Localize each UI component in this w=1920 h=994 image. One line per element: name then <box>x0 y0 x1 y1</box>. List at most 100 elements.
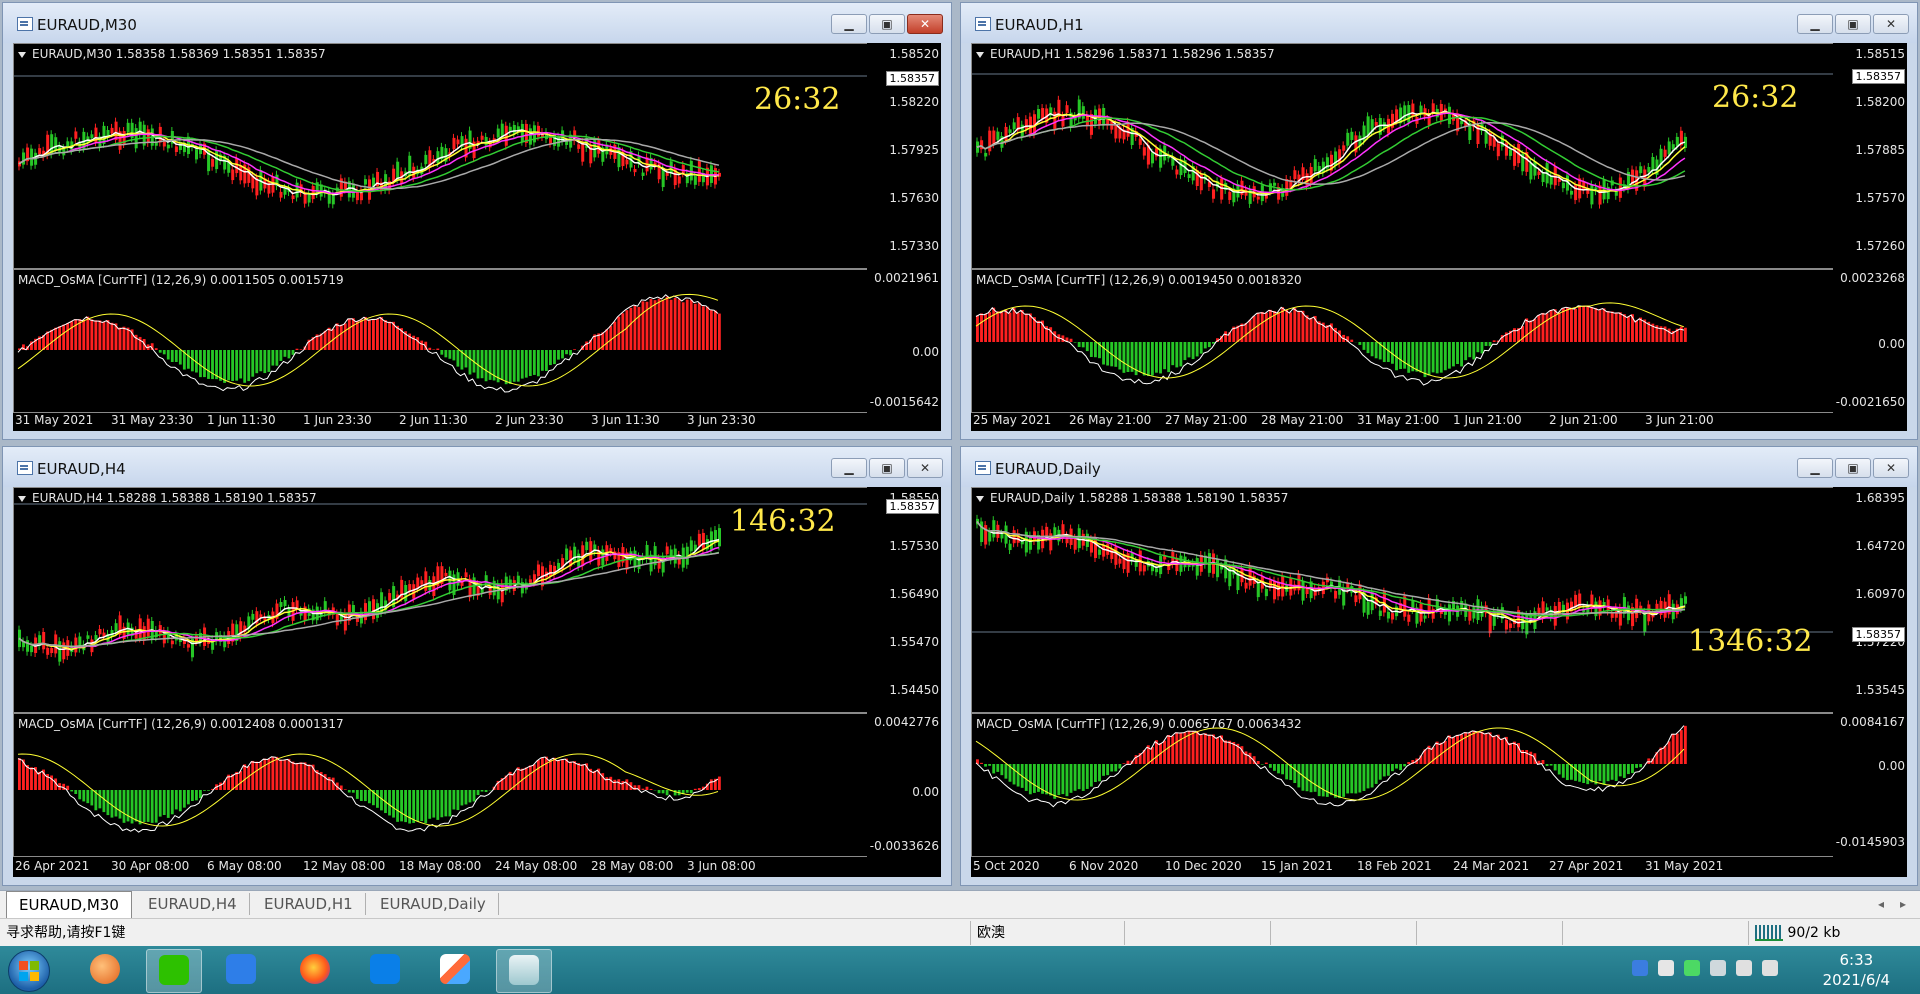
tray-volume-icon[interactable] <box>1736 960 1752 976</box>
maximize-button[interactable]: ▣ <box>869 14 905 34</box>
time-tick: 2 Jun 23:30 <box>495 413 564 427</box>
maximize-button[interactable]: ▣ <box>1835 14 1871 34</box>
tab-euraud-daily[interactable]: EURAUD,Daily <box>368 893 499 915</box>
time-tick: 3 Jun 23:30 <box>687 413 756 427</box>
minimize-button[interactable]: ▁ <box>1797 14 1833 34</box>
price-scale[interactable]: 1.68395 1.64720 1.60970 1.57220 1.53545 1.58… <box>1833 487 1907 713</box>
macd-info-label: MACD_OsMA [CurrTF] (12,26,9) 0.0011505 0… <box>18 273 344 287</box>
macd-scale[interactable]: 0.0023268 0.00 -0.0021650 <box>1833 269 1907 413</box>
macd-tick: 0.00 <box>912 345 939 359</box>
chart-area[interactable]: EURAUD,M30 1.58358 1.58369 1.58351 1.583… <box>13 43 941 431</box>
close-button[interactable]: ✕ <box>1873 458 1909 478</box>
tray-network-icon[interactable] <box>1762 960 1778 976</box>
time-axis: 26 Apr 2021 30 Apr 08:00 6 May 08:00 12 May… <box>13 855 941 877</box>
taskbar-app-wechat[interactable] <box>146 949 202 993</box>
status-help-text: 寻求帮助,请按F1键 <box>6 925 126 941</box>
chart-window-h1[interactable]: EURAUD,H1 ▁ ▣ ✕ EURAUD,H1 1.58296 1.5837… <box>960 2 1918 440</box>
collapse-arrow-icon[interactable] <box>18 495 26 502</box>
close-button[interactable]: ✕ <box>1873 14 1909 34</box>
tab-euraud-m30[interactable]: EURAUD,M30 <box>6 891 132 918</box>
time-tick: 6 May 08:00 <box>207 859 282 873</box>
macd-scale[interactable]: 0.0042776 0.00 -0.0033626 <box>867 713 941 857</box>
window-titlebar[interactable]: EURAUD,H1 ▁ ▣ ✕ <box>961 3 1917 43</box>
taskbar-app-paint[interactable] <box>428 949 482 991</box>
trading-terminal-icon <box>509 955 539 985</box>
maximize-button[interactable]: ▣ <box>1835 458 1871 478</box>
candle-timer: 146:32 <box>730 504 836 539</box>
paint-app-icon <box>440 954 470 984</box>
macd-tick: 0.00 <box>1878 759 1905 773</box>
window-titlebar[interactable]: EURAUD,M30 ▁ ▣ ✕ <box>3 3 951 43</box>
start-button[interactable] <box>8 950 50 992</box>
time-tick: 1 Jun 21:00 <box>1453 413 1522 427</box>
windows-logo-icon <box>19 961 28 970</box>
price-pane[interactable]: EURAUD,Daily 1.58288 1.58388 1.58190 1.5… <box>971 487 1835 713</box>
taskbar-app-firefox[interactable] <box>288 949 342 991</box>
macd-histogram <box>975 302 1687 386</box>
collapse-arrow-icon[interactable] <box>976 51 984 58</box>
macd-histogram <box>17 753 721 833</box>
time-tick: 18 May 08:00 <box>399 859 482 873</box>
price-pane[interactable]: EURAUD,H4 1.58288 1.58388 1.58190 1.5835… <box>13 487 869 713</box>
chart-window-m30[interactable]: EURAUD,M30 ▁ ▣ ✕ EURAUD,M30 1.58358 1.58… <box>2 2 952 440</box>
taskbar-app-notes[interactable] <box>214 949 268 991</box>
collapse-arrow-icon[interactable] <box>976 495 984 502</box>
macd-tick: -0.0021650 <box>1835 395 1905 409</box>
price-pane[interactable]: EURAUD,H1 1.58296 1.58371 1.58296 1.5835… <box>971 43 1835 269</box>
macd-pane[interactable]: MACD_OsMA [CurrTF] (12,26,9) 0.0065767 0… <box>971 713 1835 857</box>
window-titlebar[interactable]: EURAUD,Daily ▁ ▣ ✕ <box>961 447 1917 487</box>
price-tick: 1.64720 <box>1855 539 1905 553</box>
taskbar-app-meeting[interactable] <box>358 949 412 991</box>
tab-euraud-h1[interactable]: EURAUD,H1 <box>252 893 366 915</box>
tab-scroll-left-icon[interactable]: ◂ <box>1878 897 1884 911</box>
tray-tool-icon[interactable] <box>1710 960 1726 976</box>
time-tick: 10 Dec 2020 <box>1165 859 1242 873</box>
tray-shield-icon[interactable] <box>1658 960 1674 976</box>
chart-area[interactable]: EURAUD,H1 1.58296 1.58371 1.58296 1.5835… <box>971 43 1907 431</box>
close-button[interactable]: ✕ <box>907 14 943 34</box>
maximize-button[interactable]: ▣ <box>869 458 905 478</box>
macd-scale[interactable]: 0.0084167 0.00 -0.0145903 <box>1833 713 1907 857</box>
time-tick: 5 Oct 2020 <box>973 859 1040 873</box>
maximize-icon: ▣ <box>881 17 893 31</box>
time-tick: 31 May 2021 <box>15 413 94 427</box>
chart-window-daily[interactable]: EURAUD,Daily ▁ ▣ ✕ EURAUD,Daily 1.58288 … <box>960 446 1918 886</box>
minimize-button[interactable]: ▁ <box>831 458 867 478</box>
price-info-label: EURAUD,H1 1.58296 1.58371 1.58296 1.5835… <box>976 47 1275 61</box>
price-scale[interactable]: 1.58515 1.58200 1.57885 1.57570 1.57260 1.58… <box>1833 43 1907 269</box>
minimize-button[interactable]: ▁ <box>831 14 867 34</box>
tab-scroll-right-icon[interactable]: ▸ <box>1900 897 1906 911</box>
taskbar-clock[interactable]: 6:33 2021/6/4 <box>1823 950 1890 990</box>
price-tick: 1.57330 <box>889 239 939 253</box>
taskbar-app-orange[interactable] <box>78 949 132 991</box>
tray-bluetooth-icon[interactable] <box>1632 960 1648 976</box>
taskbar-app-metatrader[interactable] <box>496 949 552 993</box>
tab-euraud-h4[interactable]: EURAUD,H4 <box>136 893 250 915</box>
time-tick: 1 Jun 23:30 <box>303 413 372 427</box>
time-tick: 3 Jun 21:00 <box>1645 413 1714 427</box>
macd-tick: -0.0015642 <box>869 395 939 409</box>
current-price-label: 1.58357 <box>885 71 939 86</box>
collapse-arrow-icon[interactable] <box>18 51 26 58</box>
price-tick: 1.56490 <box>889 587 939 601</box>
price-scale[interactable]: 1.58550 1.57530 1.56490 1.55470 1.54450 1.58… <box>867 487 941 713</box>
window-title: EURAUD,H4 <box>37 460 126 478</box>
firefox-icon <box>300 954 330 984</box>
chart-area[interactable]: EURAUD,H4 1.58288 1.58388 1.58190 1.5835… <box>13 487 941 877</box>
window-titlebar[interactable]: EURAUD,H4 ▁ ▣ ✕ <box>3 447 951 487</box>
macd-scale[interactable]: 0.0021961 0.00 -0.0015642 <box>867 269 941 413</box>
status-cell-empty-1 <box>1124 921 1270 945</box>
macd-pane[interactable]: MACD_OsMA [CurrTF] (12,26,9) 0.0012408 0… <box>13 713 869 857</box>
macd-pane[interactable]: MACD_OsMA [CurrTF] (12,26,9) 0.0011505 0… <box>13 269 869 413</box>
chart-area[interactable]: EURAUD,Daily 1.58288 1.58388 1.58190 1.5… <box>971 487 1907 877</box>
status-connection[interactable]: 90/2 kb <box>1748 921 1920 945</box>
price-scale[interactable]: 1.58520 1.58220 1.57925 1.57630 1.57330 1.58… <box>867 43 941 269</box>
price-pane[interactable]: EURAUD,M30 1.58358 1.58369 1.58351 1.583… <box>13 43 869 269</box>
minimize-button[interactable]: ▁ <box>1797 458 1833 478</box>
macd-pane[interactable]: MACD_OsMA [CurrTF] (12,26,9) 0.0019450 0… <box>971 269 1835 413</box>
close-button[interactable]: ✕ <box>907 458 943 478</box>
tray-wechat-icon[interactable] <box>1684 960 1700 976</box>
chart-window-h4[interactable]: EURAUD,H4 ▁ ▣ ✕ EURAUD,H4 1.58288 1.5838… <box>2 446 952 886</box>
clock-date: 2021/6/4 <box>1822 971 1890 989</box>
wechat-icon <box>159 955 189 985</box>
